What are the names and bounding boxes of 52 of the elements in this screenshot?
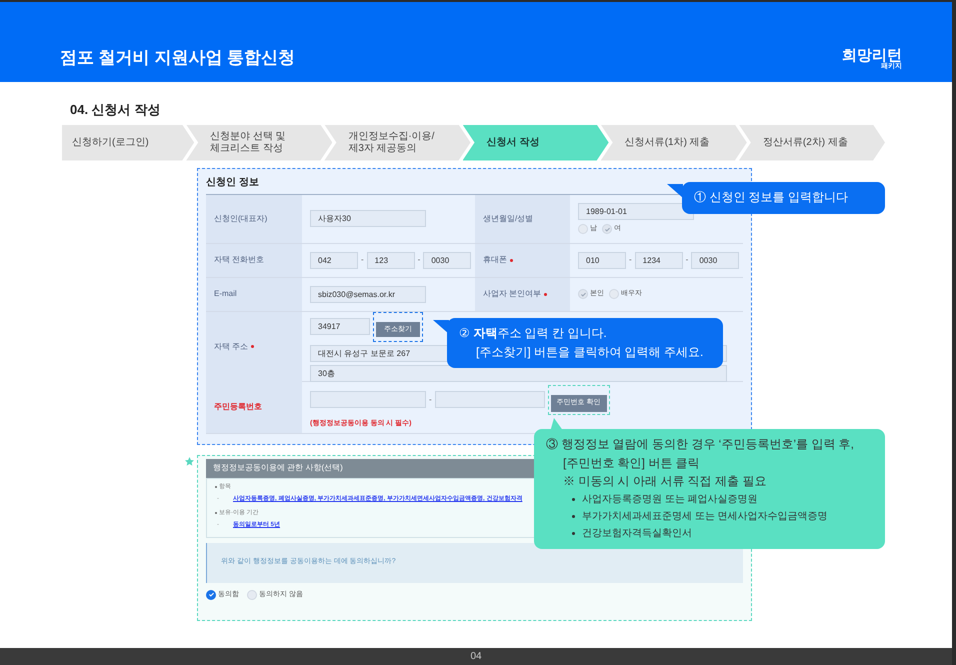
bullet-icon: [572, 532, 575, 536]
separator: -: [418, 254, 420, 266]
radio-button[interactable]: [206, 590, 216, 600]
step-tab[interactable]: 신청하기(로그인): [62, 124, 194, 160]
step-tab[interactable]: 신청분야 선택 및 체크리스트 작성: [186, 124, 332, 160]
callout-text: ② 자택주소 입력 칸 입니다.: [459, 326, 608, 342]
step-tab[interactable]: 정산서류(2차) 제출: [738, 124, 886, 160]
callout-bullet-text: 부가가치세과세표준명세 또는 면세사업자수입금액증명: [582, 510, 828, 524]
input-field[interactable]: 0030: [423, 252, 472, 268]
field-label: 생년월일/성별: [483, 212, 534, 224]
separator: -: [429, 394, 432, 406]
input-field[interactable]: 042: [310, 252, 358, 268]
input-field[interactable]: [310, 391, 426, 408]
logo-text: 희망리턴: [842, 48, 902, 63]
page-title: 점포 철거비 지원사업 통합신청: [60, 46, 296, 68]
field-label: 자택 주소: [214, 340, 248, 352]
callout-text: [주소찾기] 버튼을 클릭하여 입력해 주세요.: [475, 344, 704, 360]
field-label: 주민등록번호: [214, 401, 262, 413]
step-tab[interactable]: 신청서류(1차) 제출: [600, 124, 747, 160]
input-field[interactable]: 123: [366, 252, 415, 268]
star-icon: [185, 456, 194, 466]
input-field[interactable]: 34917: [310, 318, 370, 335]
step-tab[interactable]: 개인정보수집·이용/ 제3자 제공동의: [324, 124, 471, 160]
callout-text: ※ 미동의 시 아래 서류 직접 제출 필요: [562, 474, 768, 490]
check-icon: [604, 226, 610, 232]
field-label: 휴대폰: [483, 254, 507, 266]
consent-title: 행정정보공동이용에 관한 사항(선택): [213, 462, 343, 474]
input-field[interactable]: 1989-01-01: [578, 202, 694, 220]
callout-text: ③ 행정정보 열람에 동의한 경우 ‘주민등록번호’를 입력 후,: [546, 437, 856, 453]
bullet-icon: [572, 515, 575, 518]
input-field[interactable]: 1234: [634, 252, 683, 268]
field-label: 사업자 본인여부: [483, 288, 542, 300]
callout-bullet-text: 사업자등록증명원 또는 폐업사실증명원: [582, 492, 758, 507]
callout-bullet-text: 건강보험자격득실확인서: [582, 526, 692, 541]
input-field[interactable]: 0030: [691, 252, 740, 268]
separator: -: [629, 254, 632, 266]
field-label: E-mail: [214, 288, 237, 300]
input-field[interactable]: 사용자30: [310, 210, 426, 227]
page-number: 04: [470, 650, 482, 664]
input-field[interactable]: sbiz030@semas.or.kr: [310, 286, 426, 302]
separator: -: [361, 254, 364, 266]
input-field[interactable]: 010: [578, 252, 626, 268]
callout-text: [주민번호 확인] 버튼 클릭: [562, 456, 701, 472]
field-label: 자택 전화번호: [214, 254, 264, 266]
step-tab[interactable]: 신청서 작성: [462, 124, 609, 160]
check-icon: [580, 290, 586, 298]
separator: -: [686, 254, 688, 266]
section-title: 04. 신청서 작성: [69, 101, 162, 119]
input-field[interactable]: [434, 391, 545, 408]
field-label: 신청인(대표자): [214, 212, 268, 224]
bullet-icon: [572, 498, 575, 502]
check-icon: [208, 591, 214, 598]
